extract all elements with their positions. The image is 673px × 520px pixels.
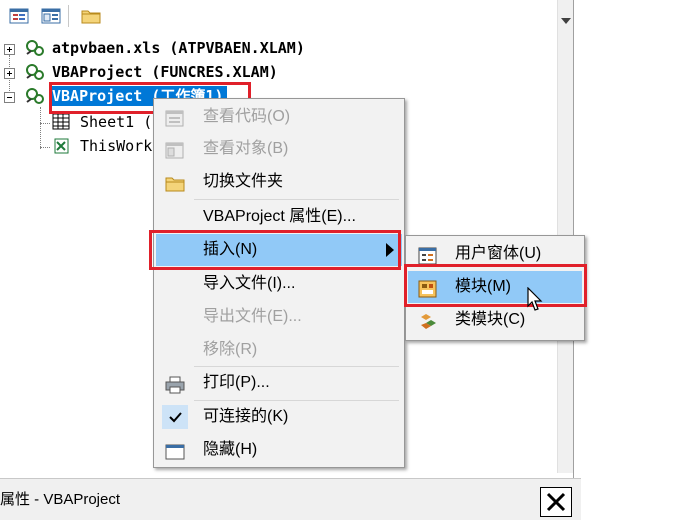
menu-item-export-file[interactable]: 导出文件(E)... xyxy=(156,301,402,333)
collapse-toggle[interactable] xyxy=(4,92,15,103)
view-code-icon[interactable] xyxy=(8,6,30,26)
properties-titlebar: 属性 - VBAProject xyxy=(0,478,581,520)
sheet-icon xyxy=(52,113,72,131)
tree-item-sheet1[interactable]: Sheet1 ( xyxy=(80,111,152,133)
mouse-cursor-icon xyxy=(527,286,545,313)
view-code-icon xyxy=(165,108,185,127)
menu-item-dockable[interactable]: 可连接的(K) xyxy=(156,401,402,433)
printer-icon xyxy=(165,374,185,394)
menu-label: VBAProject 属性(E)... xyxy=(203,208,356,225)
menu-label: 可连接的(K) xyxy=(203,408,289,425)
view-object-icon xyxy=(165,140,185,159)
tree-item-funcres[interactable]: VBAProject (FUNCRES.XLAM) xyxy=(52,61,278,83)
window-icon xyxy=(165,441,185,460)
view-object-icon[interactable] xyxy=(40,6,62,26)
class-module-icon xyxy=(418,311,438,329)
close-icon xyxy=(546,492,566,512)
vba-project-icon xyxy=(24,62,46,82)
menu-label: 查看代码(O) xyxy=(203,108,291,125)
menu-label: 隐藏(H) xyxy=(203,441,258,458)
menu-item-view-code[interactable]: 查看代码(O) xyxy=(156,101,402,133)
tree-item-thisworkbook[interactable]: ThisWork xyxy=(80,135,152,157)
menu-item-remove[interactable]: 移除(R) xyxy=(156,334,402,366)
menu-label: 类模块(C) xyxy=(455,311,526,328)
menu-item-class-module[interactable]: 类模块(C) xyxy=(408,304,582,336)
menu-label: 移除(R) xyxy=(203,341,258,358)
menu-label: 导入文件(I)... xyxy=(203,275,296,292)
menu-item-import-file[interactable]: 导入文件(I)... xyxy=(156,268,402,300)
project-toolbar xyxy=(0,0,580,33)
annotation-box xyxy=(404,264,587,307)
properties-title: 属性 - VBAProject xyxy=(0,491,121,508)
menu-label: 导出文件(E)... xyxy=(203,308,302,325)
menu-label: 打印(P)... xyxy=(203,374,270,391)
menu-item-toggle-folders[interactable]: 切换文件夹 xyxy=(156,166,402,198)
folder-icon xyxy=(165,173,185,192)
annotation-box xyxy=(149,230,401,270)
menu-item-project-properties[interactable]: VBAProject 属性(E)... xyxy=(156,201,402,233)
expand-toggle[interactable] xyxy=(4,68,15,79)
userform-icon xyxy=(418,245,438,265)
menu-item-hide[interactable]: 隐藏(H) xyxy=(156,434,402,466)
close-button[interactable] xyxy=(540,487,572,517)
toggle-folders-icon[interactable] xyxy=(80,6,102,26)
context-menu: 查看代码(O) 查看对象(B) 切换文件夹 VBAProject 属性(E)..… xyxy=(153,98,405,468)
menu-label: 切换文件夹 xyxy=(203,173,284,190)
menu-item-view-object[interactable]: 查看对象(B) xyxy=(156,133,402,165)
workbook-icon xyxy=(52,137,72,155)
vba-project-icon xyxy=(24,86,46,106)
background-area xyxy=(581,0,673,519)
vba-project-icon xyxy=(24,38,46,58)
menu-item-print[interactable]: 打印(P)... xyxy=(156,367,402,399)
checkmark-icon xyxy=(162,405,188,429)
scroll-down-arrow-icon[interactable] xyxy=(561,18,571,24)
menu-label: 查看对象(B) xyxy=(203,140,289,157)
tree-item-atpvbaen[interactable]: atpvbaen.xls (ATPVBAEN.XLAM) xyxy=(52,37,305,59)
expand-toggle[interactable] xyxy=(4,44,15,55)
